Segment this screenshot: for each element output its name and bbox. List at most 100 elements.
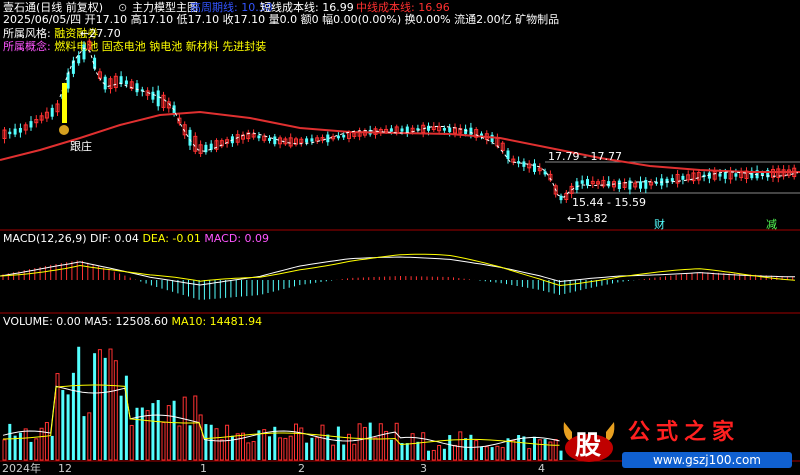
volume-bar — [87, 412, 92, 461]
low-annotation: ←13.82 — [567, 212, 608, 225]
candle-body — [151, 91, 155, 100]
candle-body — [506, 150, 510, 159]
candle-body — [268, 138, 271, 141]
volume-bar — [151, 403, 155, 460]
candle-body — [464, 128, 468, 134]
volume-bar — [480, 446, 483, 460]
volume-bar — [82, 416, 86, 460]
volume-bar — [500, 447, 505, 461]
money-bag-icon — [59, 125, 69, 135]
volume-bar — [34, 438, 39, 461]
event-jian[interactable]: 减 — [766, 218, 777, 231]
volume-bar — [140, 407, 144, 460]
macd-dif: DIF: 0.04 — [90, 232, 139, 245]
volume-bar — [225, 424, 230, 461]
candle-body — [607, 181, 611, 187]
volume-bar — [416, 441, 420, 460]
volume-ma5: MA5: 12508.60 — [84, 315, 168, 328]
volume-bar — [77, 346, 81, 460]
volume-bar — [320, 424, 325, 461]
candle-body — [18, 127, 22, 133]
macd-title: MACD(12,26,9) — [3, 232, 87, 245]
volume-bar — [384, 430, 389, 461]
volume-bar — [305, 442, 309, 460]
volume-bar — [66, 394, 70, 460]
ma10-line — [2, 384, 560, 446]
volume-bar — [193, 395, 198, 461]
site-logo: 股 — [560, 418, 618, 464]
volume-bar — [511, 439, 516, 461]
volume-bar — [400, 443, 404, 460]
volume-bar — [368, 422, 372, 460]
volume-bar — [357, 423, 362, 461]
volume-bar — [294, 423, 298, 461]
volume-bar — [182, 396, 187, 461]
candle-body — [342, 134, 346, 138]
candle-body — [543, 171, 547, 175]
volume-bar — [172, 400, 176, 460]
volume-bar — [437, 445, 442, 461]
candle-body — [257, 135, 261, 139]
volume-bar — [129, 424, 134, 461]
candle-body — [448, 127, 452, 133]
candles-group — [2, 38, 797, 204]
volume-bar — [362, 426, 367, 461]
signal-bar — [62, 83, 67, 123]
volume-bar — [29, 441, 33, 460]
candle-body — [336, 135, 340, 139]
candle-body — [580, 180, 584, 184]
volume-bar — [119, 395, 123, 460]
volume-bar — [543, 439, 547, 460]
volume-bar — [490, 447, 494, 460]
volume-bar — [310, 437, 314, 460]
candle-body — [734, 173, 738, 177]
volume-bar — [522, 436, 526, 460]
volume-bar — [219, 439, 224, 461]
volume-bar — [44, 422, 49, 461]
x-axis-label-3: 3 — [420, 462, 427, 475]
volume-bar — [278, 437, 283, 461]
x-axis-label-2024: 2024年 — [2, 462, 41, 475]
volume-bar — [241, 432, 245, 461]
candle-body — [442, 127, 446, 131]
x-axis-label-1: 1 — [200, 462, 207, 475]
volume-bar — [204, 424, 208, 460]
x-axis-label-4: 4 — [538, 462, 545, 475]
volume-bar — [421, 432, 426, 461]
volume-bars-group — [2, 346, 563, 461]
volume-bar — [537, 439, 542, 461]
volume-bar — [2, 439, 7, 461]
volume-bar — [166, 405, 171, 461]
volume-bar — [161, 422, 166, 461]
candle-body — [82, 44, 86, 60]
range-low-annotation: 15.44 - 15.59 — [572, 196, 646, 209]
volume-bar — [442, 448, 446, 460]
volume-bar — [214, 428, 219, 461]
volume-bar — [448, 435, 452, 460]
event-cai[interactable]: 财 — [654, 218, 665, 231]
candle-body — [559, 195, 563, 201]
candle-body — [533, 163, 536, 172]
volume-bar — [405, 443, 409, 460]
volume-bar — [533, 436, 536, 460]
mid-cost-line — [0, 110, 800, 173]
volume-bar — [39, 427, 44, 461]
volume-bar — [61, 390, 65, 460]
candle-body — [718, 173, 722, 177]
macd-dea: DEA: -0.01 — [142, 232, 201, 245]
candle-body — [389, 128, 393, 132]
volume-bar — [326, 434, 330, 460]
volume-bar — [177, 425, 182, 461]
volume-bar — [315, 437, 320, 461]
candle-body — [50, 107, 54, 117]
volume-bar — [553, 439, 558, 461]
candle-body — [644, 179, 648, 189]
volume-bar — [13, 435, 17, 460]
volume-bar — [251, 441, 256, 461]
volume-bar — [246, 442, 251, 461]
volume-bar — [108, 348, 113, 461]
volume-bar — [198, 414, 203, 461]
site-url[interactable]: www.gszj100.com — [622, 452, 792, 468]
volume-bar — [484, 446, 489, 461]
candle-body — [427, 125, 430, 131]
